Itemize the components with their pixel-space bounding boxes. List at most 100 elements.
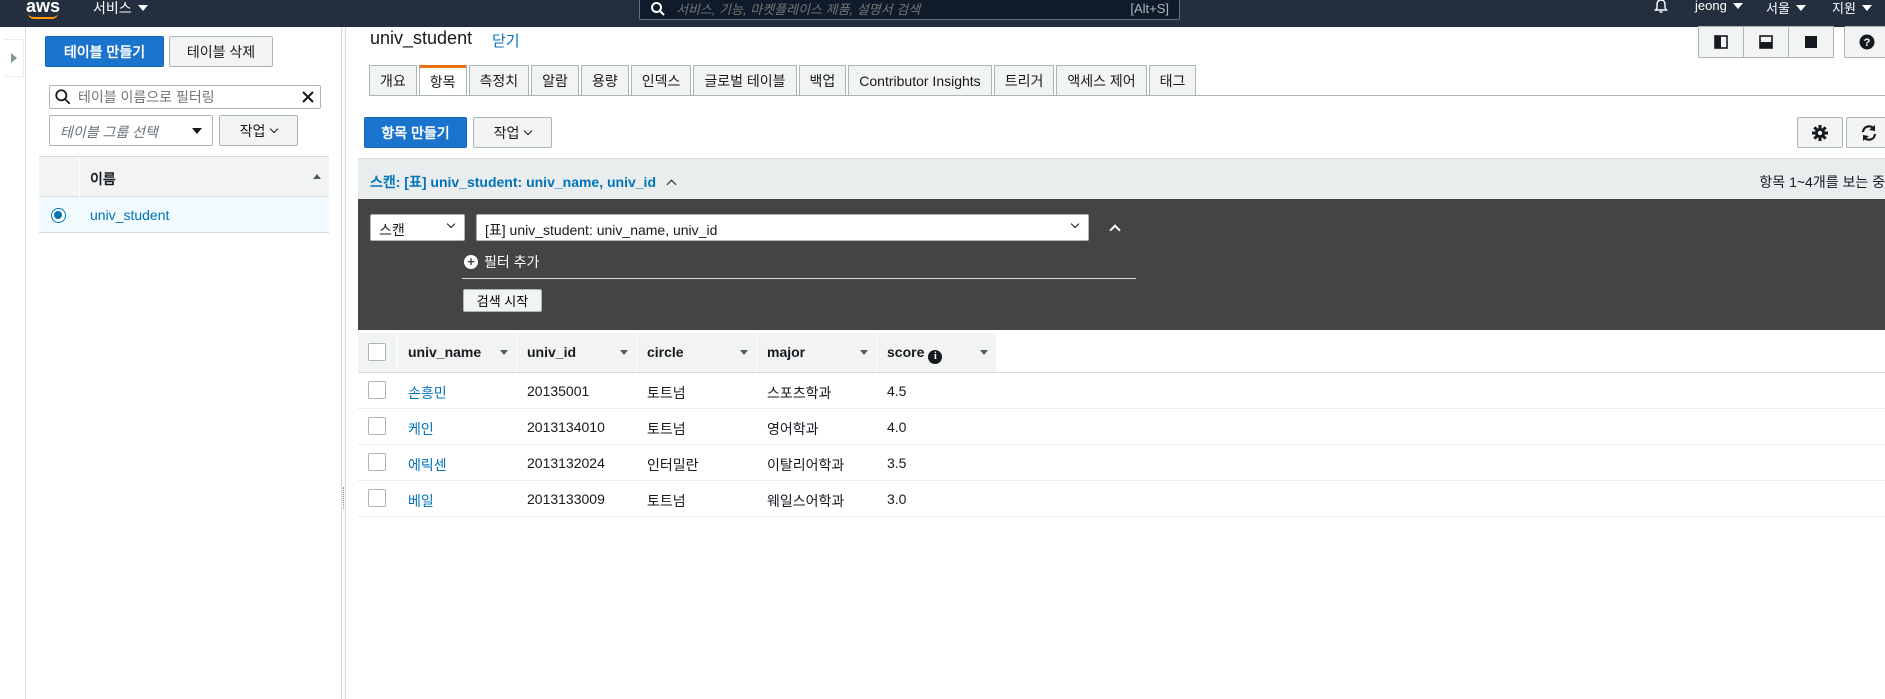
add-filter-label: 필터 추가 — [484, 254, 540, 270]
cell-major: 스포츠학과 — [767, 385, 832, 401]
gear-icon — [1812, 124, 1828, 141]
aws-logo[interactable]: aws — [26, 0, 60, 19]
cell-major: 웨일스어학과 — [767, 493, 845, 509]
chevron-up-icon — [666, 179, 677, 189]
region-menu[interactable]: 서울 — [1766, 0, 1806, 17]
tab-triggers[interactable]: 트리거 — [993, 65, 1055, 96]
layout-toggle-group — [1698, 26, 1834, 58]
close-link[interactable]: 닫기 — [492, 30, 520, 51]
caret-down-icon — [137, 5, 148, 11]
table-filter-box[interactable] — [49, 85, 321, 109]
column-header-score[interactable]: score i — [877, 333, 997, 372]
table-filter-input[interactable] — [76, 88, 276, 106]
cell-score: 4.5 — [887, 383, 907, 399]
search-icon — [651, 2, 665, 16]
row-checkbox[interactable] — [368, 489, 386, 507]
cell-score: 3.5 — [887, 455, 907, 471]
tab-capacity[interactable]: 용량 — [580, 65, 629, 96]
table-row[interactable]: 케인 2013134010 토트넘 영어학과 4.0 — [358, 409, 1885, 445]
cell-circle: 토트넘 — [647, 385, 686, 401]
table-name-link[interactable]: univ_student — [90, 207, 169, 223]
tab-global-tables[interactable]: 글로벌 테이블 — [693, 65, 797, 96]
row-checkbox[interactable] — [368, 453, 386, 471]
sort-icon[interactable] — [620, 350, 628, 355]
sort-icon[interactable] — [500, 350, 508, 355]
sort-icon[interactable] — [740, 350, 748, 355]
table-row[interactable]: 손흥민 20135001 토트넘 스포츠학과 4.5 — [358, 373, 1885, 409]
table-row[interactable]: 에릭센 2013132024 인터밀란 이탈리어학과 3.5 — [358, 445, 1885, 481]
support-menu[interactable]: 지원 — [1832, 0, 1872, 17]
services-menu[interactable]: 서비스 — [93, 0, 148, 18]
cell-univ-name[interactable]: 에릭센 — [408, 455, 447, 475]
sort-icon[interactable] — [980, 350, 988, 355]
cell-score: 4.0 — [887, 419, 907, 435]
tab-access-control[interactable]: 액세스 제어 — [1056, 65, 1147, 96]
tab-alarms[interactable]: 알람 — [531, 65, 579, 96]
full-view-button[interactable] — [1788, 26, 1834, 58]
column-header-label: major — [767, 344, 806, 360]
split-horizontal-button[interactable] — [1743, 26, 1789, 58]
tab-metrics[interactable]: 측정치 — [468, 65, 530, 96]
split-vertical-button[interactable] — [1698, 26, 1744, 58]
scan-summary-toggle[interactable]: 스캔: [표] univ_student: univ_name, univ_id — [370, 172, 677, 192]
cell-univ-id: 2013134010 — [527, 419, 605, 435]
refresh-button[interactable] — [1846, 117, 1885, 148]
help-button[interactable]: ? — [1844, 26, 1885, 58]
expand-nav-button[interactable] — [4, 39, 24, 77]
table-row[interactable]: 베일 2013133009 토트넘 웨일스어학과 3.0 — [358, 481, 1885, 517]
settings-button[interactable] — [1797, 117, 1843, 148]
column-header-univ-id[interactable]: univ_id — [517, 333, 637, 372]
chevron-down-icon — [1070, 219, 1080, 229]
add-filter-button[interactable]: + 필터 추가 — [464, 252, 539, 272]
caret-down-icon — [1795, 4, 1806, 11]
create-table-button[interactable]: 테이블 만들기 — [45, 36, 164, 67]
scan-target-select[interactable]: [표] univ_student: univ_name, univ_id — [476, 214, 1089, 241]
tab-tags[interactable]: 태그 — [1148, 65, 1197, 96]
start-search-button[interactable]: 검색 시작 — [463, 289, 542, 312]
left-actions-button[interactable]: 작업 — [219, 115, 298, 146]
notifications-button[interactable] — [1653, 0, 1669, 14]
item-actions-label: 작업 — [493, 124, 520, 141]
services-label: 서비스 — [93, 0, 132, 16]
scan-summary-bar[interactable]: 스캔: [표] univ_student: univ_name, univ_id… — [358, 158, 1885, 199]
scan-mode-select[interactable]: 스캔 — [370, 214, 465, 241]
panel-resize-handle[interactable] — [341, 27, 346, 699]
select-all-checkbox[interactable] — [368, 343, 386, 361]
column-header-circle[interactable]: circle — [637, 333, 757, 372]
item-actions-button[interactable]: 작업 — [473, 117, 552, 148]
column-header-univ-name[interactable]: univ_name — [398, 333, 517, 372]
clear-filter-icon[interactable] — [300, 89, 316, 105]
tab-items[interactable]: 항목 — [418, 65, 467, 96]
name-column-header[interactable]: 이름 — [90, 169, 116, 189]
tab-indexes[interactable]: 인덱스 — [630, 65, 692, 96]
table-select-radio[interactable] — [51, 208, 66, 223]
tab-backups[interactable]: 백업 — [798, 65, 847, 96]
caret-down-icon — [1732, 2, 1743, 9]
global-search-input[interactable] — [674, 0, 1094, 18]
refresh-icon — [1861, 124, 1877, 141]
user-menu[interactable]: jeong — [1695, 0, 1743, 13]
table-list-row[interactable]: univ_student — [39, 197, 329, 233]
cell-univ-name[interactable]: 손흥민 — [408, 383, 447, 403]
cell-univ-id: 2013133009 — [527, 491, 605, 507]
tab-contributor-insights[interactable]: Contributor Insights — [848, 65, 992, 96]
column-header-major[interactable]: major — [757, 333, 877, 372]
select-all-cell — [358, 333, 398, 372]
create-item-button[interactable]: 항목 만들기 — [364, 117, 467, 148]
sort-ascending-icon[interactable] — [313, 174, 321, 179]
detail-tabs: 개요 항목 측정치 알람 용량 인덱스 글로벌 테이블 백업 Contribut… — [369, 65, 1198, 96]
tab-overview[interactable]: 개요 — [369, 65, 417, 96]
table-group-placeholder: 테이블 그룹 선택 — [60, 124, 158, 140]
row-checkbox[interactable] — [368, 381, 386, 399]
info-icon[interactable]: i — [928, 350, 943, 364]
cell-univ-name[interactable]: 베일 — [408, 491, 434, 511]
svg-text:?: ? — [1864, 37, 1871, 49]
table-group-select[interactable]: 테이블 그룹 선택 — [49, 115, 213, 146]
scan-mode-value: 스캔 — [379, 222, 405, 238]
global-search-box[interactable]: [Alt+S] — [639, 0, 1180, 20]
cell-univ-name[interactable]: 케인 — [408, 419, 434, 439]
row-checkbox[interactable] — [368, 417, 386, 435]
delete-table-button[interactable]: 테이블 삭제 — [169, 36, 273, 67]
grip-icon — [343, 487, 344, 509]
sort-icon[interactable] — [860, 350, 868, 355]
